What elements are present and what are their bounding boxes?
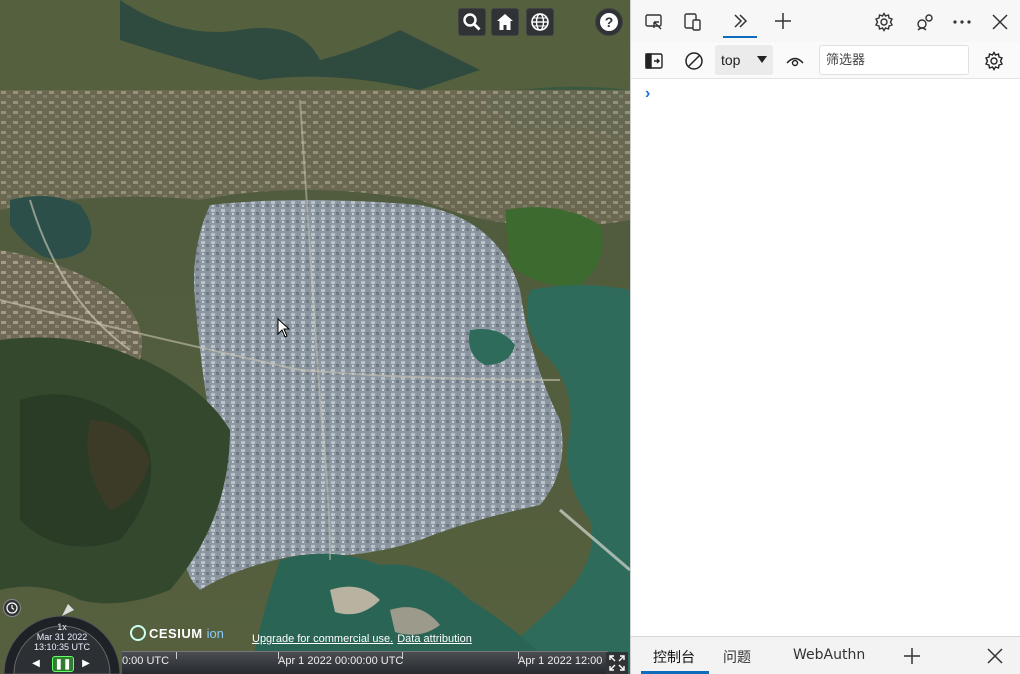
devtools-panel: top › 控制台 问题 WebAuthn — [630, 0, 1020, 674]
add-drawer-tab-button[interactable] — [902, 646, 922, 666]
live-expression-button[interactable] — [784, 50, 806, 72]
scene-mode-button[interactable] — [526, 8, 554, 36]
time-label: 13:10:35 UTC — [33, 642, 91, 652]
close-devtools-button[interactable] — [989, 11, 1011, 33]
cesium-ion-logo[interactable]: CESIUM ion — [130, 624, 224, 642]
play-reverse-button[interactable]: ◀ — [28, 656, 44, 670]
settings-button[interactable] — [873, 11, 895, 33]
add-tab-button[interactable] — [772, 10, 794, 32]
svg-text:?: ? — [605, 14, 614, 30]
realtime-clock-button[interactable] — [3, 599, 21, 617]
timeline-tick — [176, 652, 177, 659]
more-options-button[interactable] — [951, 11, 973, 33]
inspect-icon — [644, 12, 664, 32]
filter-input[interactable] — [819, 45, 969, 75]
timeline-label: Apr 1 2022 12:00 — [518, 655, 603, 667]
fullscreen-button[interactable] — [606, 652, 628, 674]
device-emulation-icon — [683, 12, 703, 32]
toggle-sidebar-button[interactable] — [643, 50, 665, 72]
speed-label: 1x — [57, 622, 67, 632]
more-tabs-button[interactable] — [729, 10, 751, 32]
console-toolbar: top — [631, 42, 1020, 79]
tab-issues[interactable]: 问题 — [723, 647, 751, 667]
help-button[interactable]: ? — [595, 8, 623, 36]
play-forward-icon: ▶ — [82, 657, 90, 669]
clear-console-button[interactable] — [683, 50, 705, 72]
active-tab-indicator — [723, 36, 757, 38]
sidebar-icon — [644, 51, 664, 71]
drawer-tab-bar: 控制台 问题 WebAuthn — [631, 636, 1020, 674]
geocoder-search-button[interactable] — [458, 8, 486, 36]
inspect-button[interactable] — [643, 11, 665, 33]
more-tabs-icon — [730, 11, 750, 31]
context-selector[interactable]: top — [715, 45, 773, 75]
cesium-logo-text: CESIUM — [149, 625, 203, 641]
mouse-pointer-icon — [277, 318, 291, 338]
close-icon — [990, 12, 1010, 32]
date-label: Mar 31 2022 — [36, 632, 88, 642]
pause-button[interactable]: ❚❚ — [52, 656, 74, 672]
data-attribution-link[interactable]: Data attribution — [397, 633, 472, 645]
help-icon: ? — [599, 12, 619, 32]
timeline-label: 0:00 UTC — [122, 655, 170, 667]
timeline[interactable]: 0:00 UTC Apr 1 2022 00:00:00 UTC Apr 1 2… — [122, 651, 608, 674]
device-emulation-button[interactable] — [682, 11, 704, 33]
console-output[interactable]: › — [631, 79, 1020, 635]
close-drawer-button[interactable] — [985, 646, 1005, 666]
clear-icon — [684, 51, 704, 71]
close-icon — [985, 646, 1005, 666]
add-tab-icon — [902, 646, 922, 666]
ion-logo-text: ion — [206, 625, 224, 641]
globe-icon — [530, 12, 550, 32]
more-options-icon — [952, 12, 972, 32]
tab-console[interactable]: 控制台 — [653, 647, 695, 667]
connect-icon — [915, 12, 935, 32]
cesium-logo-icon — [130, 625, 146, 641]
console-settings-button[interactable] — [983, 50, 1005, 72]
timeline-label: Apr 1 2022 00:00:00 UTC — [278, 655, 404, 667]
eye-icon — [785, 51, 805, 71]
satellite-3d-map[interactable] — [0, 0, 630, 674]
pause-icon: ❚❚ — [54, 658, 72, 670]
connect-button[interactable] — [914, 11, 936, 33]
search-icon — [462, 12, 482, 32]
devtools-tab-bar — [631, 0, 1020, 42]
play-forward-button[interactable]: ▶ — [78, 656, 94, 670]
settings-icon — [874, 12, 894, 32]
home-button[interactable] — [491, 8, 519, 36]
console-prompt[interactable]: › — [645, 85, 650, 103]
settings-icon — [984, 51, 1004, 71]
credits-bar: Upgrade for commercial use. Data attribu… — [252, 633, 472, 645]
home-icon — [495, 12, 515, 32]
cesium-viewer[interactable]: ? 1x Mar 31 2022 13:10:35 UTC ◀ ❚❚ ▶ CES… — [0, 0, 630, 674]
add-tab-icon — [773, 11, 793, 31]
context-value: top — [721, 52, 741, 68]
play-reverse-icon: ◀ — [32, 657, 40, 669]
chevron-down-icon — [757, 56, 767, 63]
clock-icon — [6, 602, 18, 614]
upgrade-link[interactable]: Upgrade for commercial use. — [252, 633, 393, 645]
fullscreen-icon — [609, 655, 625, 671]
tab-webauthn[interactable]: WebAuthn — [793, 647, 865, 663]
